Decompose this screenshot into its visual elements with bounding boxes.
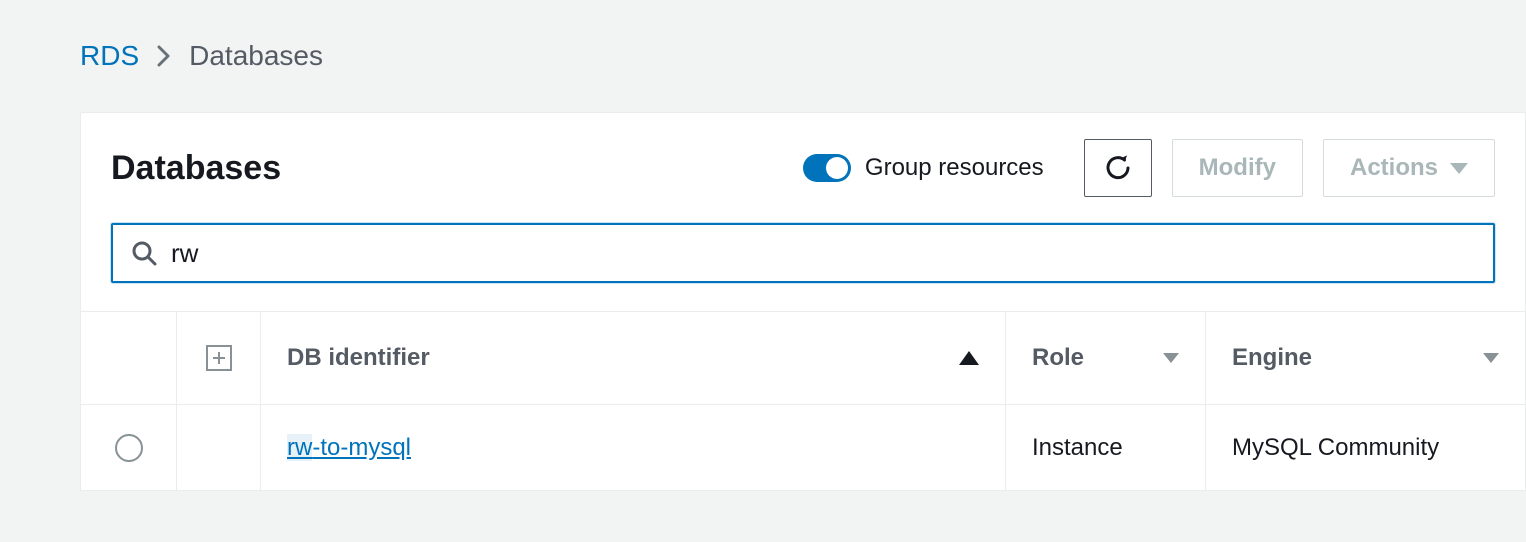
column-header-engine[interactable]: Engine [1205, 312, 1525, 404]
column-header-engine-label: Engine [1232, 344, 1312, 372]
column-header-id-label: DB identifier [287, 344, 430, 372]
group-resources-label: Group resources [865, 154, 1044, 182]
search-wrap [81, 217, 1525, 311]
breadcrumb-root-link[interactable]: RDS [80, 40, 139, 72]
row-db-identifier-cell: rw-to-mysql [261, 434, 1005, 462]
filter-caret-icon [1483, 353, 1499, 363]
modify-button[interactable]: Modify [1172, 139, 1303, 197]
group-resources-toggle-wrap: Group resources [803, 154, 1044, 182]
row-engine-value: MySQL Community [1232, 434, 1439, 462]
db-identifier-rest: -to-mysql [312, 434, 411, 461]
actions-button[interactable]: Actions [1323, 139, 1495, 197]
search-icon [113, 240, 171, 266]
column-header-db-identifier[interactable]: DB identifier [261, 344, 1005, 372]
row-role-cell: Instance [1005, 405, 1205, 490]
search-match-highlight: rw [287, 434, 312, 461]
group-resources-toggle[interactable] [803, 154, 851, 182]
chevron-right-icon [157, 45, 171, 67]
row-select-radio[interactable] [115, 434, 143, 462]
column-header-role[interactable]: Role [1005, 312, 1205, 404]
modify-button-label: Modify [1199, 154, 1276, 182]
table-row: rw-to-mysql Instance MySQL Community [81, 404, 1525, 490]
search-field [111, 223, 1495, 283]
caret-down-icon [1450, 163, 1468, 174]
refresh-button[interactable] [1084, 139, 1152, 197]
databases-table: DB identifier Role Engine rw-t [81, 311, 1525, 490]
refresh-icon [1103, 153, 1133, 183]
filter-caret-icon [1163, 353, 1179, 363]
search-input[interactable] [171, 225, 1493, 281]
actions-button-label: Actions [1350, 154, 1438, 182]
databases-panel: Databases Group resources Modify Actions [80, 112, 1526, 491]
expand-all-icon[interactable] [206, 345, 232, 371]
row-expand-cell [177, 405, 261, 490]
expand-header-cell [177, 312, 261, 404]
toggle-knob [826, 157, 848, 179]
breadcrumb: RDS Databases [80, 40, 1526, 72]
sort-asc-icon [959, 351, 979, 365]
select-all-header [81, 312, 177, 404]
table-header-row: DB identifier Role Engine [81, 312, 1525, 404]
column-header-role-label: Role [1032, 344, 1084, 372]
page-title: Databases [111, 149, 281, 188]
row-engine-cell: MySQL Community [1205, 405, 1525, 490]
row-role-value: Instance [1032, 434, 1123, 462]
panel-header: Databases Group resources Modify Actions [81, 113, 1525, 217]
row-select-cell [81, 405, 177, 490]
db-identifier-link[interactable]: rw-to-mysql [287, 434, 411, 462]
breadcrumb-current: Databases [189, 40, 323, 72]
